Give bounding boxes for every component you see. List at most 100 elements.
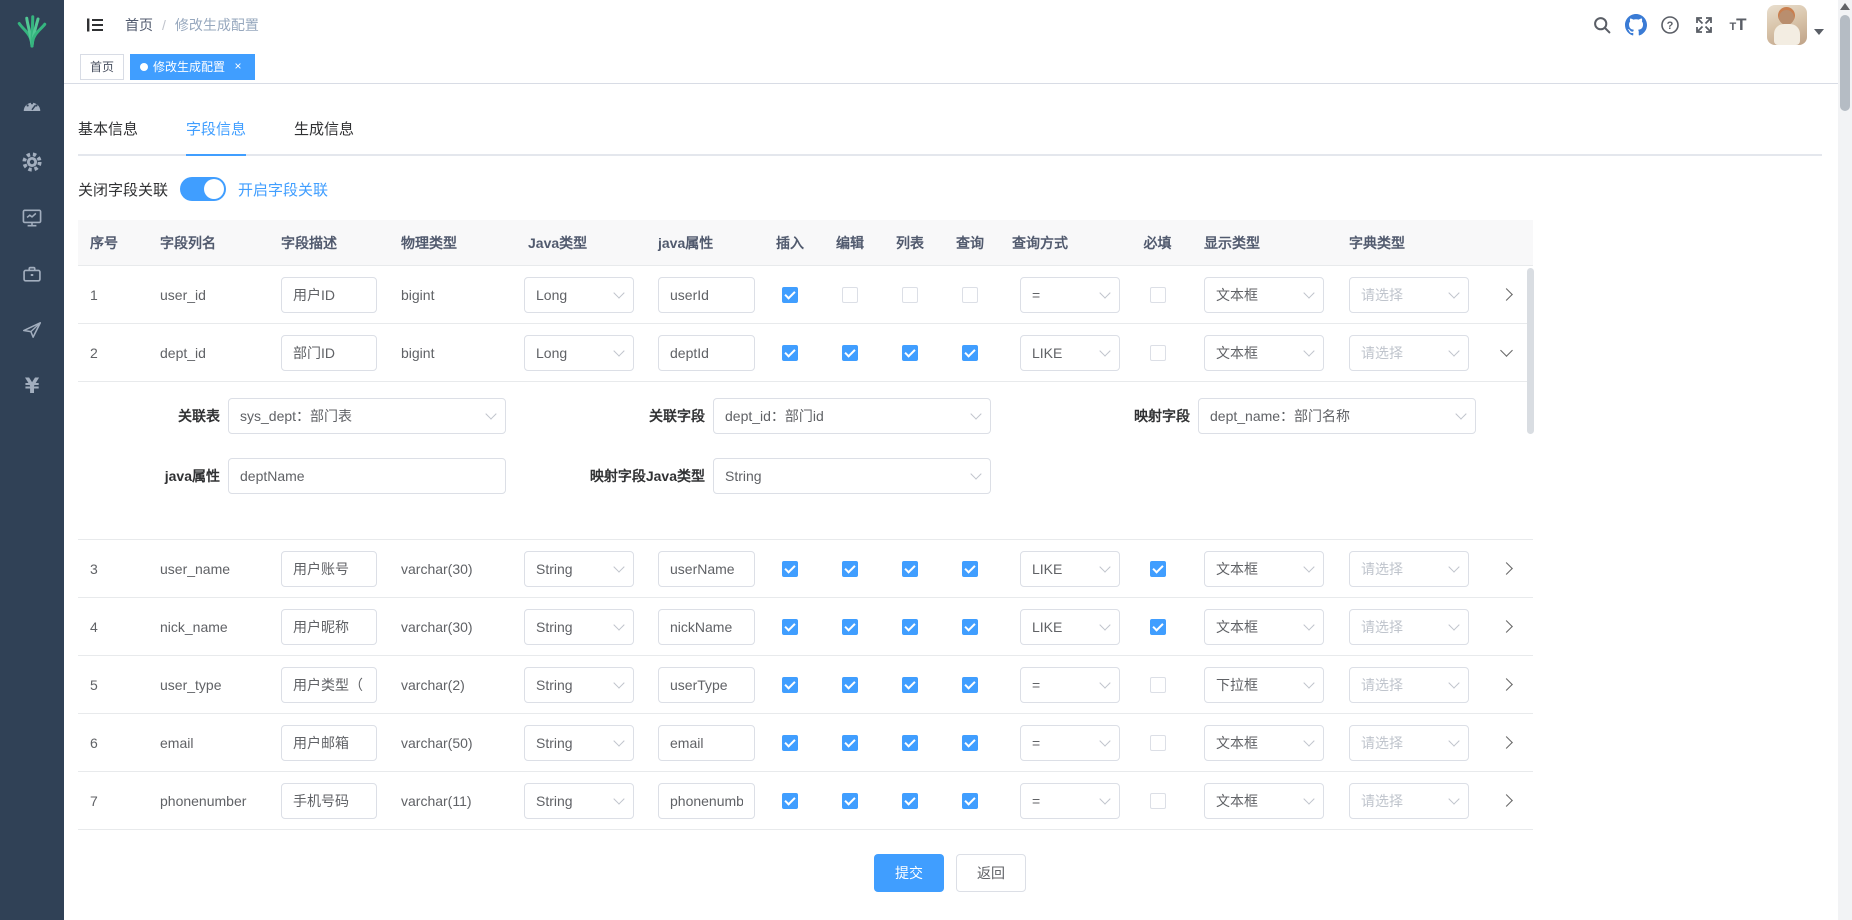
sidebar-fold-button[interactable]	[79, 11, 111, 39]
java-attr-input[interactable]	[658, 667, 755, 703]
query-checkbox[interactable]	[962, 287, 978, 303]
breadcrumb-home[interactable]: 首页	[125, 15, 153, 35]
edit-checkbox[interactable]	[842, 735, 858, 751]
list-checkbox[interactable]	[902, 677, 918, 693]
required-checkbox[interactable]	[1150, 345, 1166, 361]
list-checkbox[interactable]	[902, 287, 918, 303]
field-desc-input[interactable]	[281, 725, 377, 761]
required-checkbox[interactable]	[1150, 735, 1166, 751]
assoc-field-select[interactable]: dept_id：部门id	[713, 398, 991, 434]
query-checkbox[interactable]	[962, 345, 978, 361]
query-method-select[interactable]: =	[1020, 783, 1120, 819]
dict-type-select[interactable]: 请选择	[1349, 277, 1469, 313]
search-button[interactable]	[1585, 8, 1619, 42]
java-attr-input[interactable]	[658, 551, 755, 587]
list-checkbox[interactable]	[902, 735, 918, 751]
field-desc-input[interactable]	[281, 609, 377, 645]
page-scrollbar-thumb[interactable]	[1840, 15, 1850, 111]
field-desc-input[interactable]	[281, 667, 377, 703]
insert-checkbox[interactable]	[782, 561, 798, 577]
query-method-select[interactable]: LIKE	[1020, 551, 1120, 587]
insert-checkbox[interactable]	[782, 345, 798, 361]
tab-generate-info[interactable]: 生成信息	[294, 106, 354, 154]
java-type-select[interactable]: Long	[524, 277, 634, 313]
query-checkbox[interactable]	[962, 619, 978, 635]
insert-checkbox[interactable]	[782, 619, 798, 635]
java-attr-input[interactable]	[658, 783, 755, 819]
required-checkbox[interactable]	[1150, 793, 1166, 809]
field-desc-input[interactable]	[281, 783, 377, 819]
required-checkbox[interactable]	[1150, 561, 1166, 577]
edit-checkbox[interactable]	[842, 345, 858, 361]
required-checkbox[interactable]	[1150, 287, 1166, 303]
query-checkbox[interactable]	[962, 677, 978, 693]
edit-checkbox[interactable]	[842, 793, 858, 809]
java-attr-input[interactable]	[658, 335, 755, 371]
query-checkbox[interactable]	[962, 735, 978, 751]
insert-checkbox[interactable]	[782, 735, 798, 751]
display-type-select[interactable]: 文本框	[1204, 725, 1324, 761]
row-expand-chevron[interactable]	[1500, 736, 1513, 749]
query-method-select[interactable]: =	[1020, 277, 1120, 313]
java-type-select[interactable]: String	[524, 667, 634, 703]
dict-type-select[interactable]: 请选择	[1349, 725, 1469, 761]
java-type-select[interactable]: Long	[524, 335, 634, 371]
row-expand-chevron[interactable]	[1500, 344, 1513, 357]
row-expand-chevron[interactable]	[1500, 794, 1513, 807]
field-relation-switch[interactable]	[180, 177, 226, 201]
fullscreen-button[interactable]	[1687, 8, 1721, 42]
sidebar-item-job[interactable]	[0, 302, 64, 358]
query-checkbox[interactable]	[962, 561, 978, 577]
field-desc-input[interactable]	[281, 277, 377, 313]
insert-checkbox[interactable]	[782, 677, 798, 693]
query-method-select[interactable]: LIKE	[1020, 609, 1120, 645]
java-attr-input[interactable]	[658, 609, 755, 645]
page-scrollbar[interactable]	[1838, 0, 1852, 920]
list-checkbox[interactable]	[902, 561, 918, 577]
tag-close-icon[interactable]: ×	[231, 60, 245, 74]
submit-button[interactable]: 提交	[874, 854, 944, 892]
java-attr-input[interactable]	[658, 725, 755, 761]
java-type-select[interactable]: String	[524, 551, 634, 587]
row-expand-chevron[interactable]	[1500, 620, 1513, 633]
display-type-select[interactable]: 文本框	[1204, 783, 1324, 819]
java-type-select[interactable]: String	[524, 783, 634, 819]
row-expand-chevron[interactable]	[1500, 678, 1513, 691]
edit-checkbox[interactable]	[842, 287, 858, 303]
assoc-table-select[interactable]: sys_dept：部门表	[228, 398, 506, 434]
map-field-select[interactable]: dept_name：部门名称	[1198, 398, 1476, 434]
table-vertical-scrollbar[interactable]	[1527, 268, 1534, 434]
dict-type-select[interactable]: 请选择	[1349, 551, 1469, 587]
dict-type-select[interactable]: 请选择	[1349, 783, 1469, 819]
list-checkbox[interactable]	[902, 793, 918, 809]
display-type-select[interactable]: 文本框	[1204, 335, 1324, 371]
required-checkbox[interactable]	[1150, 619, 1166, 635]
sidebar-item-dashboard[interactable]	[0, 78, 64, 134]
sidebar-item-pay[interactable]: ¥	[0, 358, 64, 414]
tab-field-info[interactable]: 字段信息	[186, 106, 246, 154]
sidebar-item-monitor[interactable]	[0, 190, 64, 246]
github-link[interactable]	[1619, 8, 1653, 42]
insert-checkbox[interactable]	[782, 793, 798, 809]
back-button[interactable]: 返回	[956, 854, 1026, 892]
dict-type-select[interactable]: 请选择	[1349, 667, 1469, 703]
display-type-select[interactable]: 文本框	[1204, 277, 1324, 313]
edit-checkbox[interactable]	[842, 619, 858, 635]
dict-type-select[interactable]: 请选择	[1349, 335, 1469, 371]
display-type-select[interactable]: 下拉框	[1204, 667, 1324, 703]
query-method-select[interactable]: =	[1020, 667, 1120, 703]
display-type-select[interactable]: 文本框	[1204, 551, 1324, 587]
edit-checkbox[interactable]	[842, 677, 858, 693]
field-desc-input[interactable]	[281, 551, 377, 587]
tag-current-page[interactable]: 修改生成配置 ×	[130, 54, 255, 80]
exp-java-attr-input[interactable]	[228, 458, 506, 494]
scrollbar-up-arrow-icon[interactable]	[1840, 3, 1850, 10]
display-type-select[interactable]: 文本框	[1204, 609, 1324, 645]
list-checkbox[interactable]	[902, 619, 918, 635]
map-java-type-select[interactable]: String	[713, 458, 991, 494]
field-desc-input[interactable]	[281, 335, 377, 371]
edit-checkbox[interactable]	[842, 561, 858, 577]
insert-checkbox[interactable]	[782, 287, 798, 303]
sidebar-item-tool[interactable]	[0, 246, 64, 302]
row-expand-chevron[interactable]	[1500, 562, 1513, 575]
